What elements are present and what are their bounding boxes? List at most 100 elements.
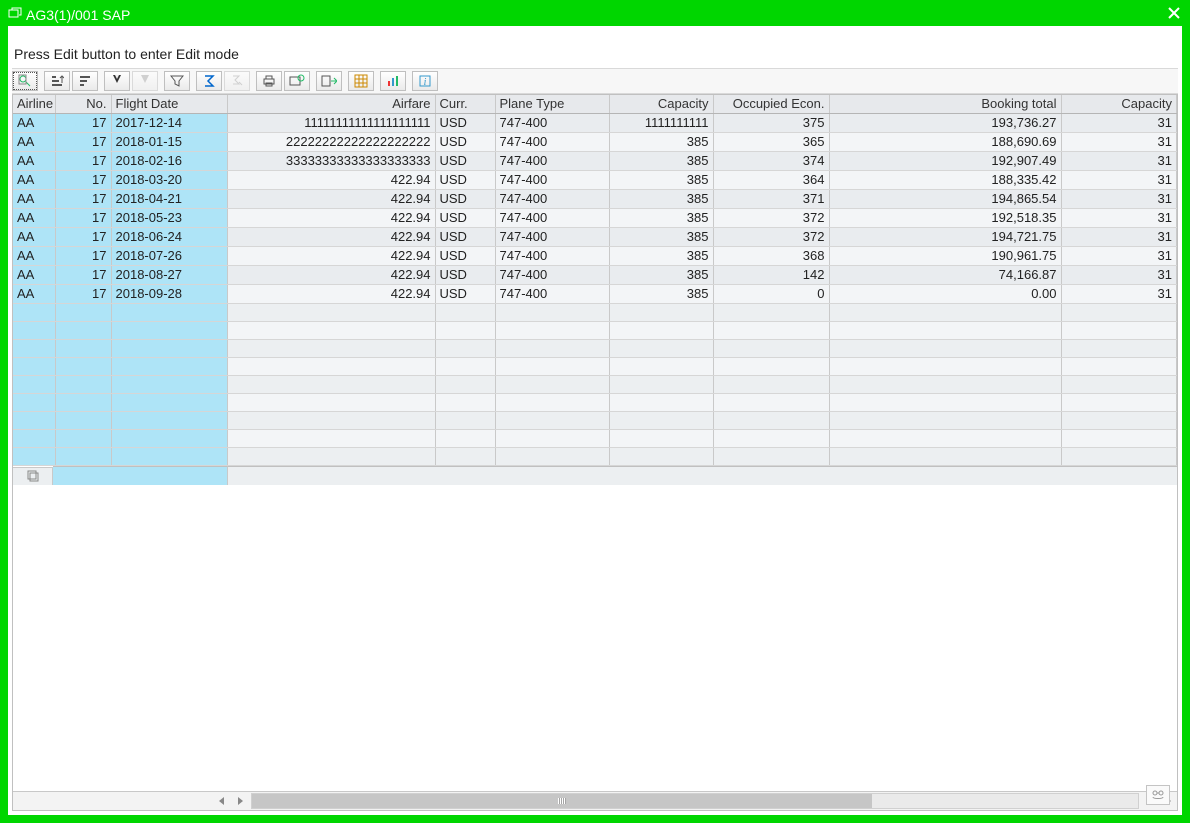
table-row[interactable]: AA172017-12-1411111111111111111111USD747… — [13, 114, 1177, 133]
cell-booktotal[interactable]: 194,721.75 — [829, 228, 1061, 247]
cell-planetype[interactable]: 747-400 — [495, 209, 609, 228]
cell-planetype[interactable]: 747-400 — [495, 114, 609, 133]
filter-button[interactable] — [164, 71, 190, 91]
cell-capacity[interactable]: 385 — [609, 152, 713, 171]
cell-no[interactable]: 17 — [55, 114, 111, 133]
cell-no[interactable]: 17 — [55, 209, 111, 228]
cell-airfare[interactable]: 422.94 — [227, 247, 435, 266]
cell-occ[interactable]: 374 — [713, 152, 829, 171]
cell-curr[interactable]: USD — [435, 285, 495, 304]
cell-airline[interactable]: AA — [13, 209, 55, 228]
column-header-planetype[interactable]: Plane Type — [495, 95, 609, 114]
export-button[interactable] — [316, 71, 342, 91]
table-row[interactable]: AA172018-04-21422.94USD747-400385371194,… — [13, 190, 1177, 209]
cell-airfare[interactable]: 33333333333333333333 — [227, 152, 435, 171]
cell-planetype[interactable]: 747-400 — [495, 285, 609, 304]
layout-button[interactable] — [348, 71, 374, 91]
cell-curr[interactable]: USD — [435, 247, 495, 266]
cell-curr[interactable]: USD — [435, 133, 495, 152]
cell-occ[interactable]: 372 — [713, 228, 829, 247]
cell-curr[interactable]: USD — [435, 266, 495, 285]
cell-occ[interactable]: 371 — [713, 190, 829, 209]
cell-capacity[interactable]: 385 — [609, 247, 713, 266]
column-header-occ[interactable]: Occupied Econ. — [713, 95, 829, 114]
cell-capacity[interactable]: 385 — [609, 171, 713, 190]
cell-occ[interactable]: 372 — [713, 209, 829, 228]
table-row[interactable]: AA172018-08-27422.94USD747-40038514274,1… — [13, 266, 1177, 285]
cell-no[interactable]: 17 — [55, 133, 111, 152]
cell-capacity2[interactable]: 31 — [1061, 133, 1177, 152]
column-header-row[interactable]: AirlineNo.Flight DateAirfareCurr.Plane T… — [13, 95, 1177, 114]
cell-booktotal[interactable]: 190,961.75 — [829, 247, 1061, 266]
cell-airline[interactable]: AA — [13, 266, 55, 285]
cell-airline[interactable]: AA — [13, 190, 55, 209]
chart-button[interactable] — [380, 71, 406, 91]
cell-booktotal[interactable]: 0.00 — [829, 285, 1061, 304]
table-row[interactable]: AA172018-03-20422.94USD747-400385364188,… — [13, 171, 1177, 190]
select-all-button[interactable] — [13, 467, 53, 485]
cell-curr[interactable]: USD — [435, 209, 495, 228]
cell-flightdate[interactable]: 2018-05-23 — [111, 209, 227, 228]
cell-planetype[interactable]: 747-400 — [495, 228, 609, 247]
views-button[interactable] — [284, 71, 310, 91]
cell-flightdate[interactable]: 2018-02-16 — [111, 152, 227, 171]
column-header-capacity2[interactable]: Capacity — [1061, 95, 1177, 114]
table-row[interactable]: AA172018-05-23422.94USD747-400385372192,… — [13, 209, 1177, 228]
table-row[interactable]: AA172018-06-24422.94USD747-400385372194,… — [13, 228, 1177, 247]
cell-capacity[interactable]: 385 — [609, 266, 713, 285]
cell-occ[interactable]: 0 — [713, 285, 829, 304]
scroll-track[interactable] — [251, 793, 1139, 809]
cell-capacity2[interactable]: 31 — [1061, 209, 1177, 228]
find-button[interactable] — [104, 71, 130, 91]
sort-desc-button[interactable] — [72, 71, 98, 91]
table-row[interactable]: AA172018-01-1522222222222222222222USD747… — [13, 133, 1177, 152]
table-row[interactable]: AA172018-07-26422.94USD747-400385368190,… — [13, 247, 1177, 266]
cell-airline[interactable]: AA — [13, 133, 55, 152]
cell-booktotal[interactable]: 194,865.54 — [829, 190, 1061, 209]
cell-planetype[interactable]: 747-400 — [495, 247, 609, 266]
column-header-capacity[interactable]: Capacity — [609, 95, 713, 114]
cell-flightdate[interactable]: 2017-12-14 — [111, 114, 227, 133]
total-button[interactable] — [196, 71, 222, 91]
table-row[interactable]: AA172018-09-28422.94USD747-40038500.0031 — [13, 285, 1177, 304]
cell-curr[interactable]: USD — [435, 114, 495, 133]
cell-flightdate[interactable]: 2018-03-20 — [111, 171, 227, 190]
cell-no[interactable]: 17 — [55, 247, 111, 266]
cell-booktotal[interactable]: 188,335.42 — [829, 171, 1061, 190]
cell-airline[interactable]: AA — [13, 285, 55, 304]
cell-booktotal[interactable]: 192,907.49 — [829, 152, 1061, 171]
cell-flightdate[interactable]: 2018-01-15 — [111, 133, 227, 152]
window-close-button[interactable] — [1162, 4, 1186, 26]
column-header-booktotal[interactable]: Booking total — [829, 95, 1061, 114]
cell-capacity2[interactable]: 31 — [1061, 171, 1177, 190]
cell-capacity[interactable]: 1111111111 — [609, 114, 713, 133]
subtotal-button[interactable] — [224, 71, 250, 91]
cell-airfare[interactable]: 422.94 — [227, 228, 435, 247]
cell-airfare[interactable]: 422.94 — [227, 266, 435, 285]
cell-flightdate[interactable]: 2018-09-28 — [111, 285, 227, 304]
cell-capacity[interactable]: 385 — [609, 209, 713, 228]
cell-airfare[interactable]: 422.94 — [227, 190, 435, 209]
cell-booktotal[interactable]: 192,518.35 — [829, 209, 1061, 228]
info-button[interactable]: i — [412, 71, 438, 91]
column-header-curr[interactable]: Curr. — [435, 95, 495, 114]
cell-capacity[interactable]: 385 — [609, 190, 713, 209]
print-button[interactable] — [256, 71, 282, 91]
cell-curr[interactable]: USD — [435, 171, 495, 190]
cell-booktotal[interactable]: 188,690.69 — [829, 133, 1061, 152]
column-header-no[interactable]: No. — [55, 95, 111, 114]
cell-curr[interactable]: USD — [435, 190, 495, 209]
horizontal-scrollbar[interactable] — [13, 791, 1177, 810]
cell-planetype[interactable]: 747-400 — [495, 266, 609, 285]
details-button[interactable] — [12, 71, 38, 91]
table-row[interactable]: AA172018-02-1633333333333333333333USD747… — [13, 152, 1177, 171]
cell-planetype[interactable]: 747-400 — [495, 190, 609, 209]
cell-capacity2[interactable]: 31 — [1061, 152, 1177, 171]
cell-booktotal[interactable]: 193,736.27 — [829, 114, 1061, 133]
cell-no[interactable]: 17 — [55, 285, 111, 304]
cell-flightdate[interactable]: 2018-08-27 — [111, 266, 227, 285]
cell-airfare[interactable]: 22222222222222222222 — [227, 133, 435, 152]
cell-capacity2[interactable]: 31 — [1061, 228, 1177, 247]
find-next-button[interactable] — [132, 71, 158, 91]
cell-occ[interactable]: 364 — [713, 171, 829, 190]
